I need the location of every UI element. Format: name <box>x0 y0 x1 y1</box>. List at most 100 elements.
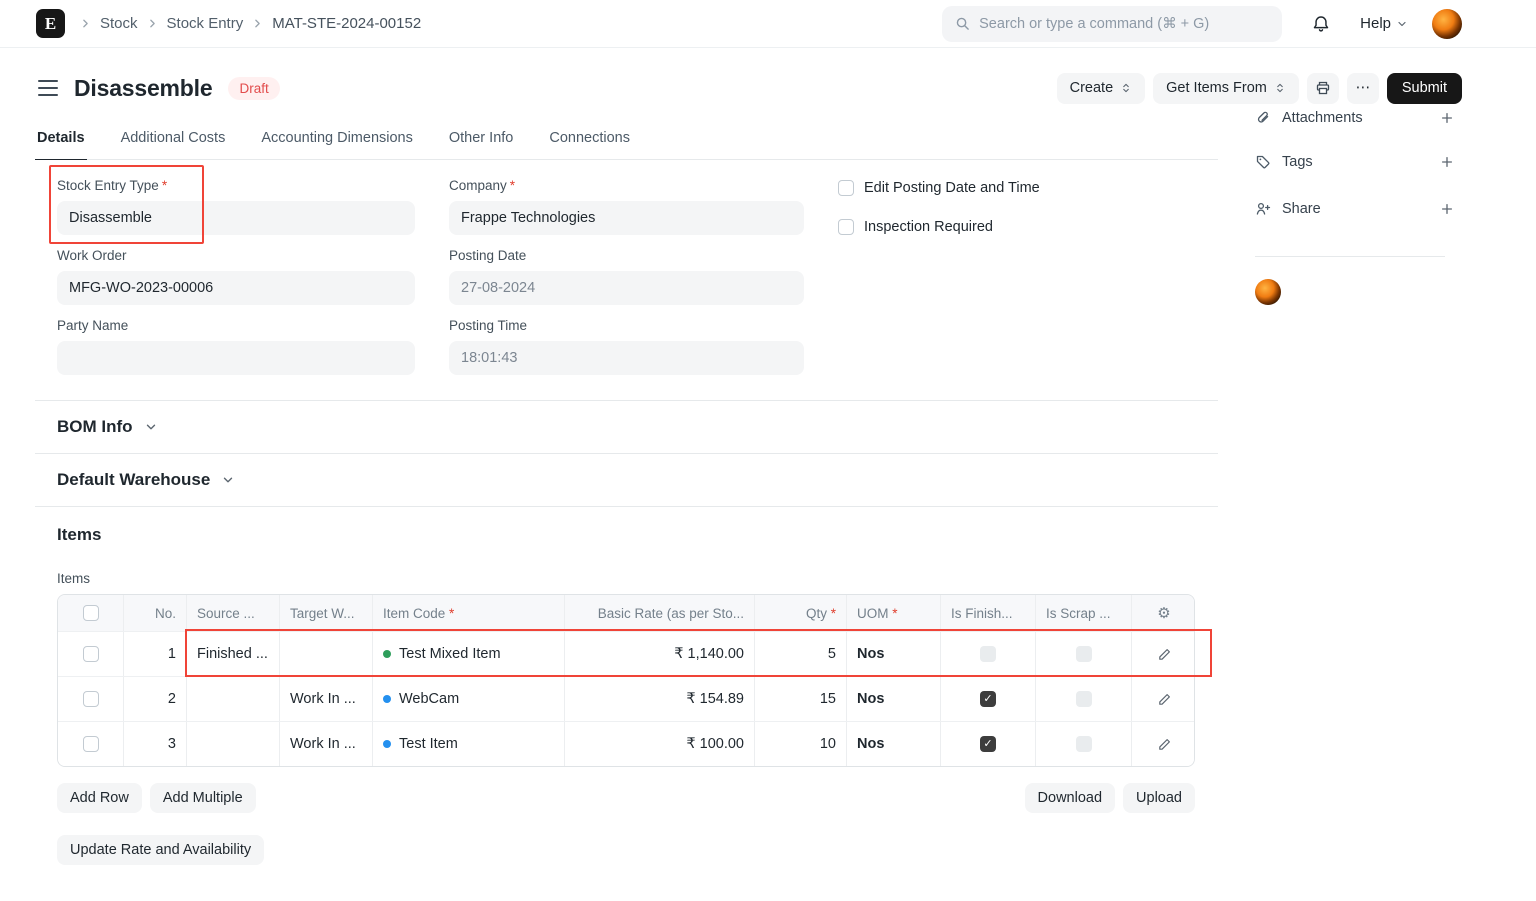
menu-hamburger-icon[interactable] <box>38 80 58 96</box>
item-code-cell[interactable]: Test Mixed Item <box>372 632 564 676</box>
status-badge: Draft <box>228 76 280 100</box>
party-name-input[interactable] <box>57 341 415 375</box>
inspection-required-checkbox-field[interactable]: Inspection Required <box>838 219 1218 235</box>
source-warehouse-cell[interactable] <box>186 677 279 721</box>
help-label: Help <box>1360 15 1391 32</box>
select-all-checkbox[interactable] <box>82 605 99 621</box>
tab-details[interactable]: Details <box>35 126 87 160</box>
assigned-user-avatar[interactable] <box>1255 279 1281 305</box>
app-logo[interactable]: E <box>36 9 65 38</box>
is-finished-checkbox[interactable]: ✓ <box>980 691 996 707</box>
field-label: Company * <box>449 178 804 193</box>
company-input[interactable]: Frappe Technologies <box>449 201 804 235</box>
target-warehouse-cell[interactable] <box>279 632 372 676</box>
uom-cell[interactable]: Nos <box>846 722 940 766</box>
work-order-label: Work Order <box>57 248 127 263</box>
top-navbar: E Stock Stock Entry MAT-STE-2024-00152 H… <box>0 0 1536 48</box>
sidebar-item-share[interactable]: Share <box>1255 185 1457 232</box>
form-sidebar: Attachments Tags Share <box>1243 98 1457 305</box>
bom-info-title: BOM Info <box>57 417 133 436</box>
table-row-1: 1 Finished ... Test Mixed Item ₹ 1,140.0… <box>58 631 1194 676</box>
table-footer-buttons: Add Row Add Multiple Download Upload <box>57 783 1195 813</box>
required-asterisk: * <box>509 178 516 193</box>
qty-cell[interactable]: 5 <box>754 632 846 676</box>
sidebar-item-tags[interactable]: Tags <box>1255 138 1457 185</box>
edit-row-pencil-icon[interactable] <box>1157 737 1172 752</box>
breadcrumb-current[interactable]: MAT-STE-2024-00152 <box>272 15 421 32</box>
basic-rate-cell[interactable]: ₹ 154.89 <box>564 677 754 721</box>
table-row-2: 2 Work In ... WebCam ₹ 154.89 15 Nos ✓ <box>58 676 1194 721</box>
add-attachment-icon[interactable] <box>1440 111 1454 125</box>
posting-time-label: Posting Time <box>449 318 528 333</box>
table-settings-gear-icon[interactable]: ⚙ <box>1157 604 1170 622</box>
work-order-input[interactable]: MFG-WO-2023-00006 <box>57 271 415 305</box>
details-column-1: Stock Entry Type * Disassemble Work Orde… <box>49 165 415 388</box>
tab-connections[interactable]: Connections <box>547 126 632 159</box>
item-status-dot <box>383 740 391 748</box>
uom-cell[interactable]: Nos <box>846 632 940 676</box>
is-finished-checkbox[interactable] <box>980 646 996 662</box>
is-finished-checkbox[interactable]: ✓ <box>980 736 996 752</box>
details-column-2: Company * Frappe Technologies Posting Da… <box>449 178 804 388</box>
work-order-field: Work Order MFG-WO-2023-00006 <box>57 248 415 305</box>
row-checkbox[interactable] <box>82 646 99 662</box>
target-warehouse-cell[interactable]: Work In ... <box>279 677 372 721</box>
is-scrap-checkbox[interactable] <box>1075 646 1092 662</box>
form-main: Details Additional Costs Accounting Dime… <box>35 126 1218 865</box>
sidebar-item-attachments[interactable]: Attachments <box>1255 98 1457 138</box>
uom-cell[interactable]: Nos <box>846 677 940 721</box>
basic-rate-cell[interactable]: ₹ 100.00 <box>564 722 754 766</box>
notifications-bell-icon[interactable] <box>1312 15 1330 33</box>
edit-posting-checkbox-field[interactable]: Edit Posting Date and Time <box>838 180 1218 196</box>
items-table-wrapper: No. Source ... Target W... Item Code * B… <box>57 594 1212 767</box>
field-label: Stock Entry Type * <box>57 178 415 193</box>
posting-date-label: Posting Date <box>449 248 527 263</box>
is-scrap-checkbox[interactable] <box>1075 736 1092 752</box>
download-button[interactable]: Download <box>1024 783 1116 813</box>
inspection-required-checkbox[interactable] <box>838 219 854 235</box>
tab-additional-costs[interactable]: Additional Costs <box>119 126 228 159</box>
basic-rate-cell[interactable]: ₹ 1,140.00 <box>564 632 754 676</box>
help-menu[interactable]: Help <box>1360 15 1408 32</box>
breadcrumb-item[interactable]: Stock <box>100 15 138 32</box>
tab-other-info[interactable]: Other Info <box>447 126 515 159</box>
row-checkbox[interactable] <box>82 691 99 707</box>
details-column-3: Edit Posting Date and Time Inspection Re… <box>838 178 1218 388</box>
row-checkbox[interactable] <box>82 736 99 752</box>
user-avatar[interactable] <box>1432 8 1462 39</box>
posting-time-input[interactable]: 18:01:43 <box>449 341 804 375</box>
col-is-finished: Is Finish... <box>940 595 1035 631</box>
edit-row-pencil-icon[interactable] <box>1157 647 1172 662</box>
qty-cell[interactable]: 10 <box>754 722 846 766</box>
create-button[interactable]: Create <box>1056 72 1146 104</box>
add-tag-icon[interactable] <box>1440 155 1454 169</box>
items-table: No. Source ... Target W... Item Code * B… <box>57 594 1195 767</box>
chevron-down-icon <box>1396 18 1408 30</box>
qty-cell[interactable]: 15 <box>754 677 846 721</box>
add-row-button[interactable]: Add Row <box>57 783 142 813</box>
field-label: Party Name <box>57 318 415 333</box>
form-tabs: Details Additional Costs Accounting Dime… <box>35 126 1218 160</box>
breadcrumb-item[interactable]: Stock Entry <box>167 15 244 32</box>
tab-accounting-dimensions[interactable]: Accounting Dimensions <box>259 126 415 159</box>
add-share-icon[interactable] <box>1440 202 1454 216</box>
company-field: Company * Frappe Technologies <box>449 178 804 235</box>
item-code-cell[interactable]: Test Item <box>372 722 564 766</box>
default-warehouse-section-toggle[interactable]: Default Warehouse <box>35 454 1218 507</box>
edit-posting-checkbox[interactable] <box>838 180 854 196</box>
item-code-text: Test Item <box>399 736 458 752</box>
posting-date-input[interactable]: 27-08-2024 <box>449 271 804 305</box>
item-code-cell[interactable]: WebCam <box>372 677 564 721</box>
search-input[interactable] <box>979 15 1270 32</box>
source-warehouse-cell[interactable]: Finished ... <box>186 632 279 676</box>
global-search[interactable] <box>942 5 1283 42</box>
stock-entry-type-input[interactable]: Disassemble <box>57 201 415 235</box>
bom-info-section-toggle[interactable]: BOM Info <box>35 401 1218 454</box>
target-warehouse-cell[interactable]: Work In ... <box>279 722 372 766</box>
add-multiple-button[interactable]: Add Multiple <box>149 783 256 813</box>
upload-button[interactable]: Upload <box>1123 783 1195 813</box>
is-scrap-checkbox[interactable] <box>1075 691 1092 707</box>
edit-row-pencil-icon[interactable] <box>1157 692 1172 707</box>
update-rate-availability-button[interactable]: Update Rate and Availability <box>57 835 265 865</box>
source-warehouse-cell[interactable] <box>186 722 279 766</box>
